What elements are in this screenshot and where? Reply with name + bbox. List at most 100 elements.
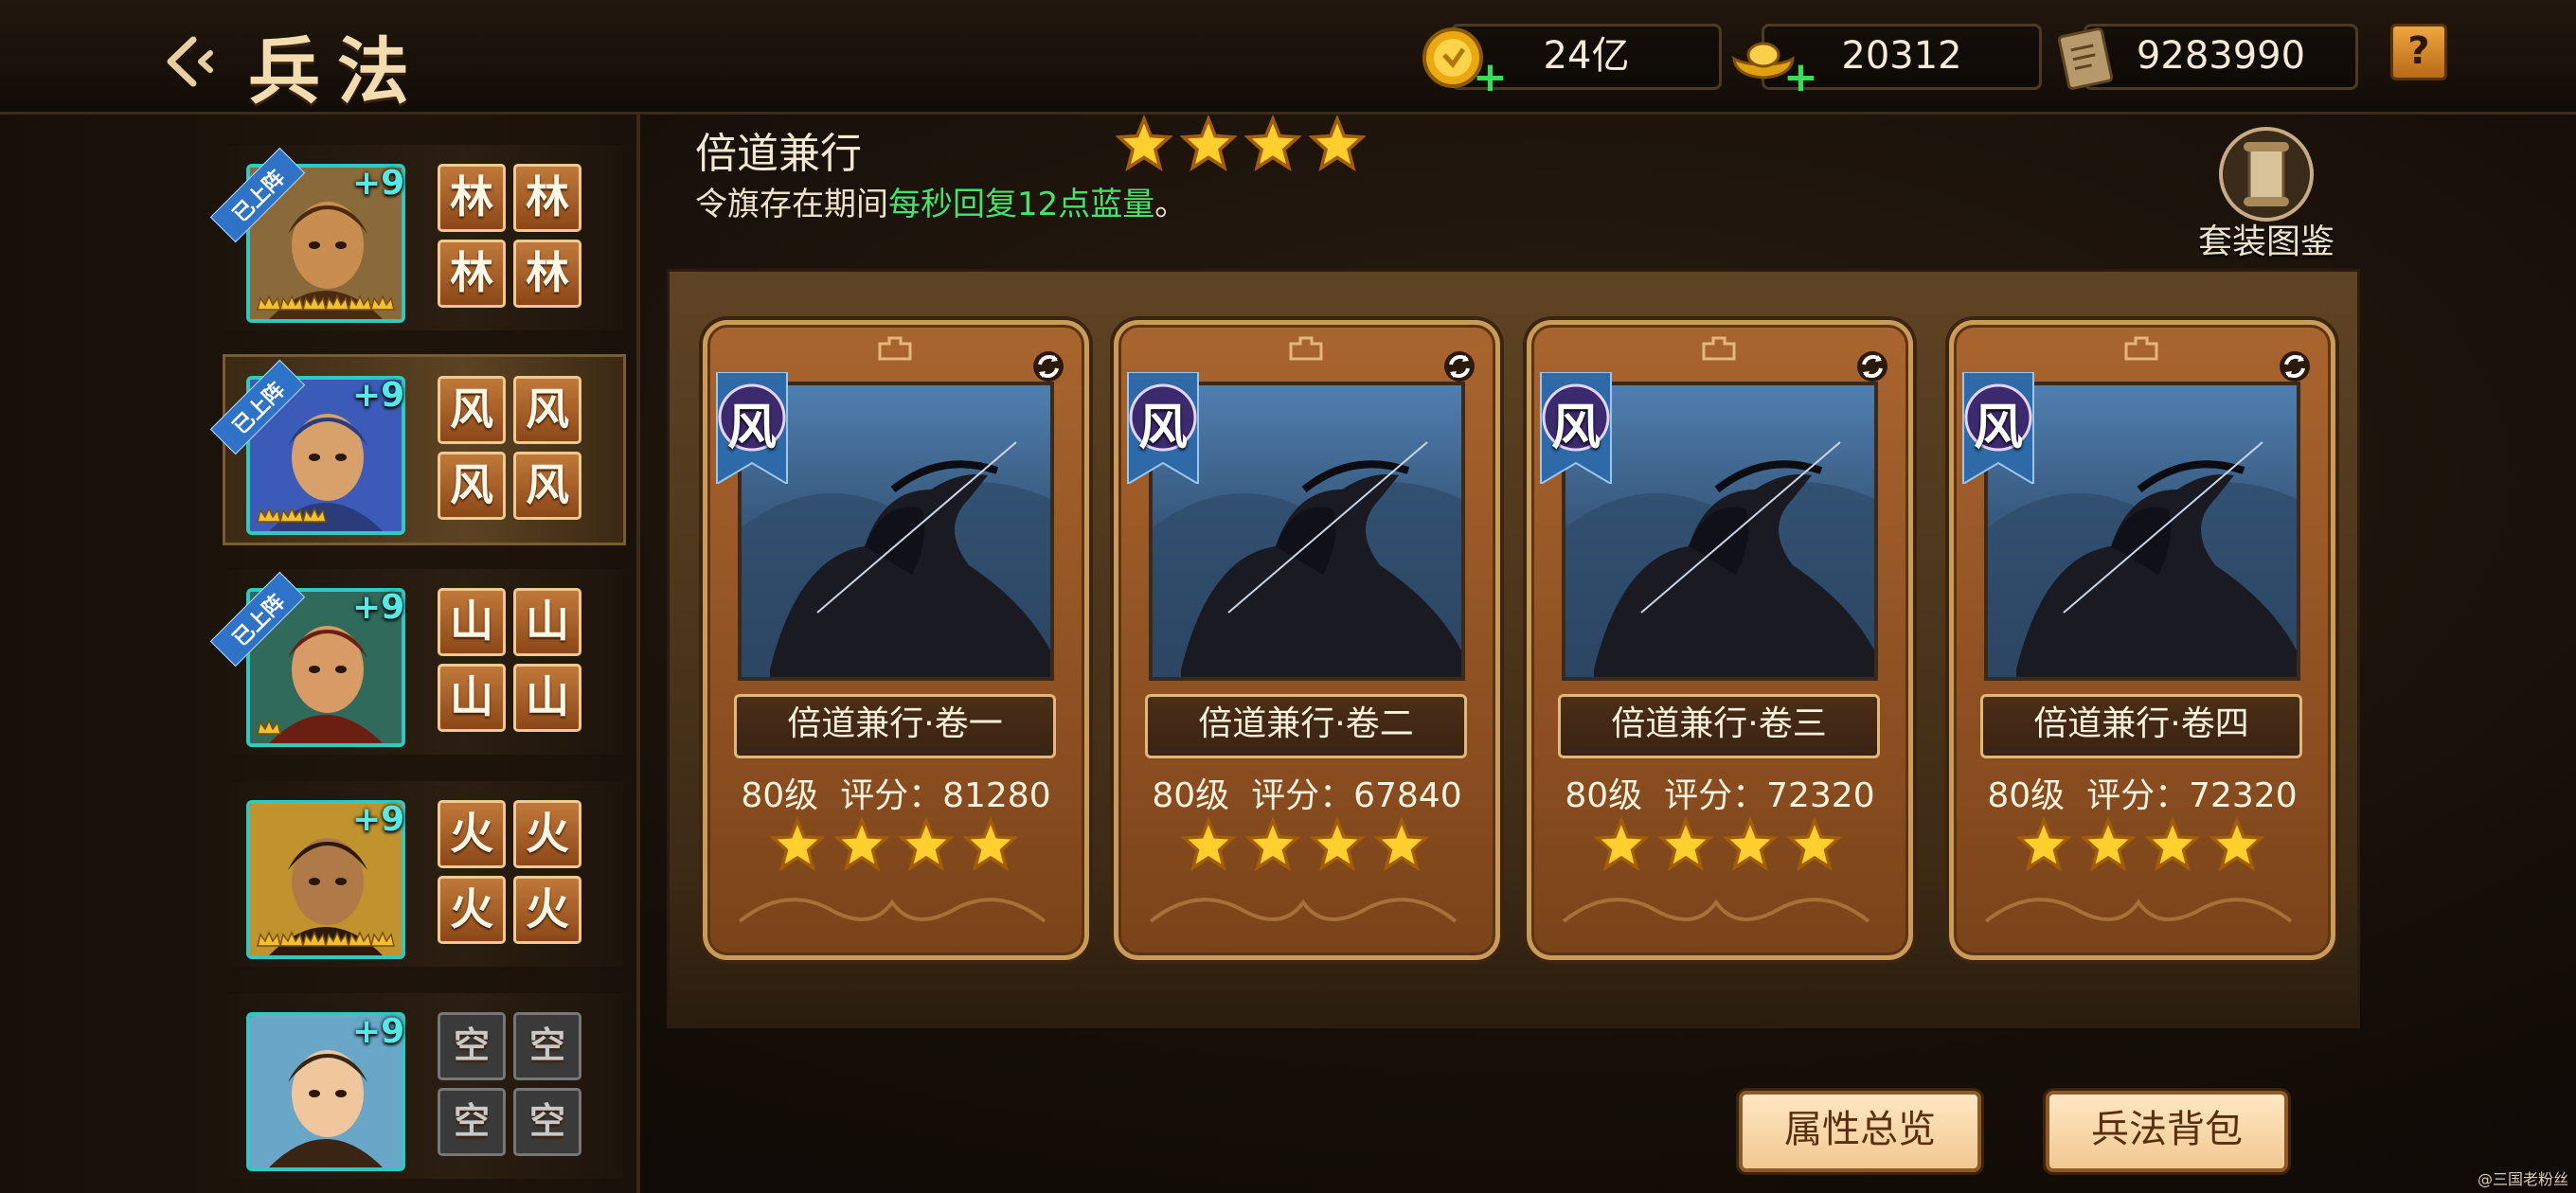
set-desc-suffix: 。: [1154, 186, 1188, 223]
art-slot[interactable]: 山: [513, 588, 581, 656]
art-slot[interactable]: 林: [513, 240, 581, 308]
star-icon: [962, 815, 1019, 872]
watermark: @三国老粉丝: [2477, 1170, 2568, 1188]
art-slot[interactable]: 林: [438, 240, 506, 308]
hero-row[interactable]: 已上阵 +9 风风风风: [209, 354, 626, 545]
card-stars: [1180, 815, 1439, 876]
card-score-label: 评分：: [840, 776, 943, 815]
cloud-ornament: [1984, 898, 2293, 923]
wind-badge: 风: [1535, 371, 1617, 486]
art-slot[interactable]: 风: [513, 452, 581, 520]
star-icon: [1722, 815, 1779, 872]
card-name: 倍道兼行·卷四: [1980, 694, 2302, 758]
art-card[interactable]: 风倍道兼行·卷二 80级 评分：67840: [1114, 320, 1500, 960]
star-icon: [1115, 114, 1173, 172]
art-of-war-bag-button[interactable]: 兵法背包: [2046, 1091, 2288, 1172]
wind-badge: 风: [1122, 371, 1204, 486]
art-slot[interactable]: 山: [438, 664, 506, 732]
gold-ingot-resource: + 20312: [1732, 24, 2042, 98]
card-level: 80级: [741, 776, 819, 815]
badge-char: 风: [1550, 399, 1601, 456]
back-arrow-icon[interactable]: [155, 28, 222, 95]
card-meta: 80级 评分：67840: [1118, 768, 1495, 817]
set-stars: [1115, 114, 1373, 176]
gold-ingot-value: 20312: [1841, 34, 1962, 78]
badge-char: 风: [1973, 399, 2023, 456]
star-icon: [1657, 815, 1714, 872]
set-description: 令旗存在期间每秒回复12点蓝量。: [695, 178, 1187, 224]
art-slot[interactable]: 风: [438, 376, 506, 444]
card-name: 倍道兼行·卷一: [734, 694, 1056, 758]
art-card[interactable]: 风倍道兼行·卷三 80级 评分：72320: [1527, 320, 1913, 960]
card-level: 80级: [1987, 776, 2066, 815]
hero-row[interactable]: 已上阵 +9 林林林林: [209, 145, 623, 330]
set-codex-label: 套装图鉴: [2197, 223, 2334, 261]
art-slot[interactable]: 火: [513, 800, 581, 868]
art-slot[interactable]: 山: [438, 588, 506, 656]
star-icon: [1243, 114, 1302, 172]
card-meta: 80级 评分：72320: [1954, 768, 2331, 817]
art-slot[interactable]: 火: [438, 876, 506, 944]
card-meta: 80级 评分：81280: [707, 768, 1084, 817]
swap-icon[interactable]: [1440, 347, 1478, 385]
star-icon: [1179, 114, 1238, 172]
crest-icon: [1702, 336, 1736, 361]
art-slot[interactable]: 林: [438, 164, 506, 232]
card-score: 72320: [1766, 776, 1875, 815]
star-icon: [2015, 815, 2072, 872]
swap-icon[interactable]: [1853, 347, 1891, 385]
card-score: 81280: [942, 776, 1051, 815]
card-meta: 80级 评分：72320: [1531, 768, 1908, 817]
crest-icon: [1289, 336, 1323, 361]
art-slot[interactable]: 空: [438, 1012, 506, 1080]
badge-char: 风: [726, 399, 777, 456]
swap-icon[interactable]: [2276, 347, 2314, 385]
art-slot[interactable]: 风: [438, 452, 506, 520]
scroll-value: 9283990: [2136, 34, 2306, 78]
set-desc-prefix: 令旗存在期间: [695, 186, 888, 223]
art-card[interactable]: 风倍道兼行·卷一 80级 评分：81280: [703, 320, 1089, 960]
card-stars: [2015, 815, 2274, 876]
art-slot[interactable]: 林: [513, 164, 581, 232]
star-icon: [769, 815, 826, 872]
art-slot[interactable]: 空: [438, 1088, 506, 1156]
art-slot[interactable]: 火: [513, 876, 581, 944]
star-icon: [1373, 815, 1430, 872]
art-slots: 山山山山: [438, 588, 589, 739]
star-icon: [2144, 815, 2201, 872]
star-icon: [2209, 815, 2265, 872]
hero-level: +9: [352, 588, 405, 627]
card-score-label: 评分：: [1664, 776, 1767, 815]
help-button[interactable]: ?: [2390, 24, 2447, 80]
crest-icon: [878, 336, 912, 361]
hero-row[interactable]: +9 火火火火: [225, 781, 623, 967]
gold-coin-value: 24亿: [1543, 34, 1630, 78]
star-icon: [1180, 815, 1237, 872]
card-stars: [769, 815, 1028, 876]
star-icon: [1593, 815, 1650, 872]
crest-icon: [2124, 336, 2158, 361]
art-slot[interactable]: 空: [513, 1012, 581, 1080]
hero-row[interactable]: +9 空空空空: [225, 993, 623, 1179]
art-card[interactable]: 风倍道兼行·卷四 80级 评分：72320: [1949, 320, 2335, 960]
card-score: 67840: [1353, 776, 1462, 815]
art-slot[interactable]: 风: [513, 376, 581, 444]
hero-level: +9: [352, 164, 405, 203]
hero-row[interactable]: 已上阵 +9 山山山山: [209, 569, 623, 755]
card-score: 72320: [2189, 776, 2298, 815]
scroll-resource: 9283990: [2057, 24, 2358, 90]
art-slots: 火火火火: [438, 800, 589, 952]
star-icon: [2080, 815, 2137, 872]
card-name: 倍道兼行·卷二: [1145, 694, 1467, 758]
set-codex-button[interactable]: 套装图鉴: [2195, 125, 2337, 261]
art-slot[interactable]: 山: [513, 664, 581, 732]
hero-level: +9: [352, 1012, 405, 1051]
card-score-label: 评分：: [2086, 776, 2190, 815]
art-slot[interactable]: 火: [438, 800, 506, 868]
swap-icon[interactable]: [1029, 347, 1067, 385]
scroll-map-icon: [2219, 127, 2314, 222]
page-title: 兵法: [248, 29, 426, 114]
card-stars: [1593, 815, 1852, 876]
attribute-overview-button[interactable]: 属性总览: [1739, 1091, 1981, 1172]
art-slot[interactable]: 空: [513, 1088, 581, 1156]
